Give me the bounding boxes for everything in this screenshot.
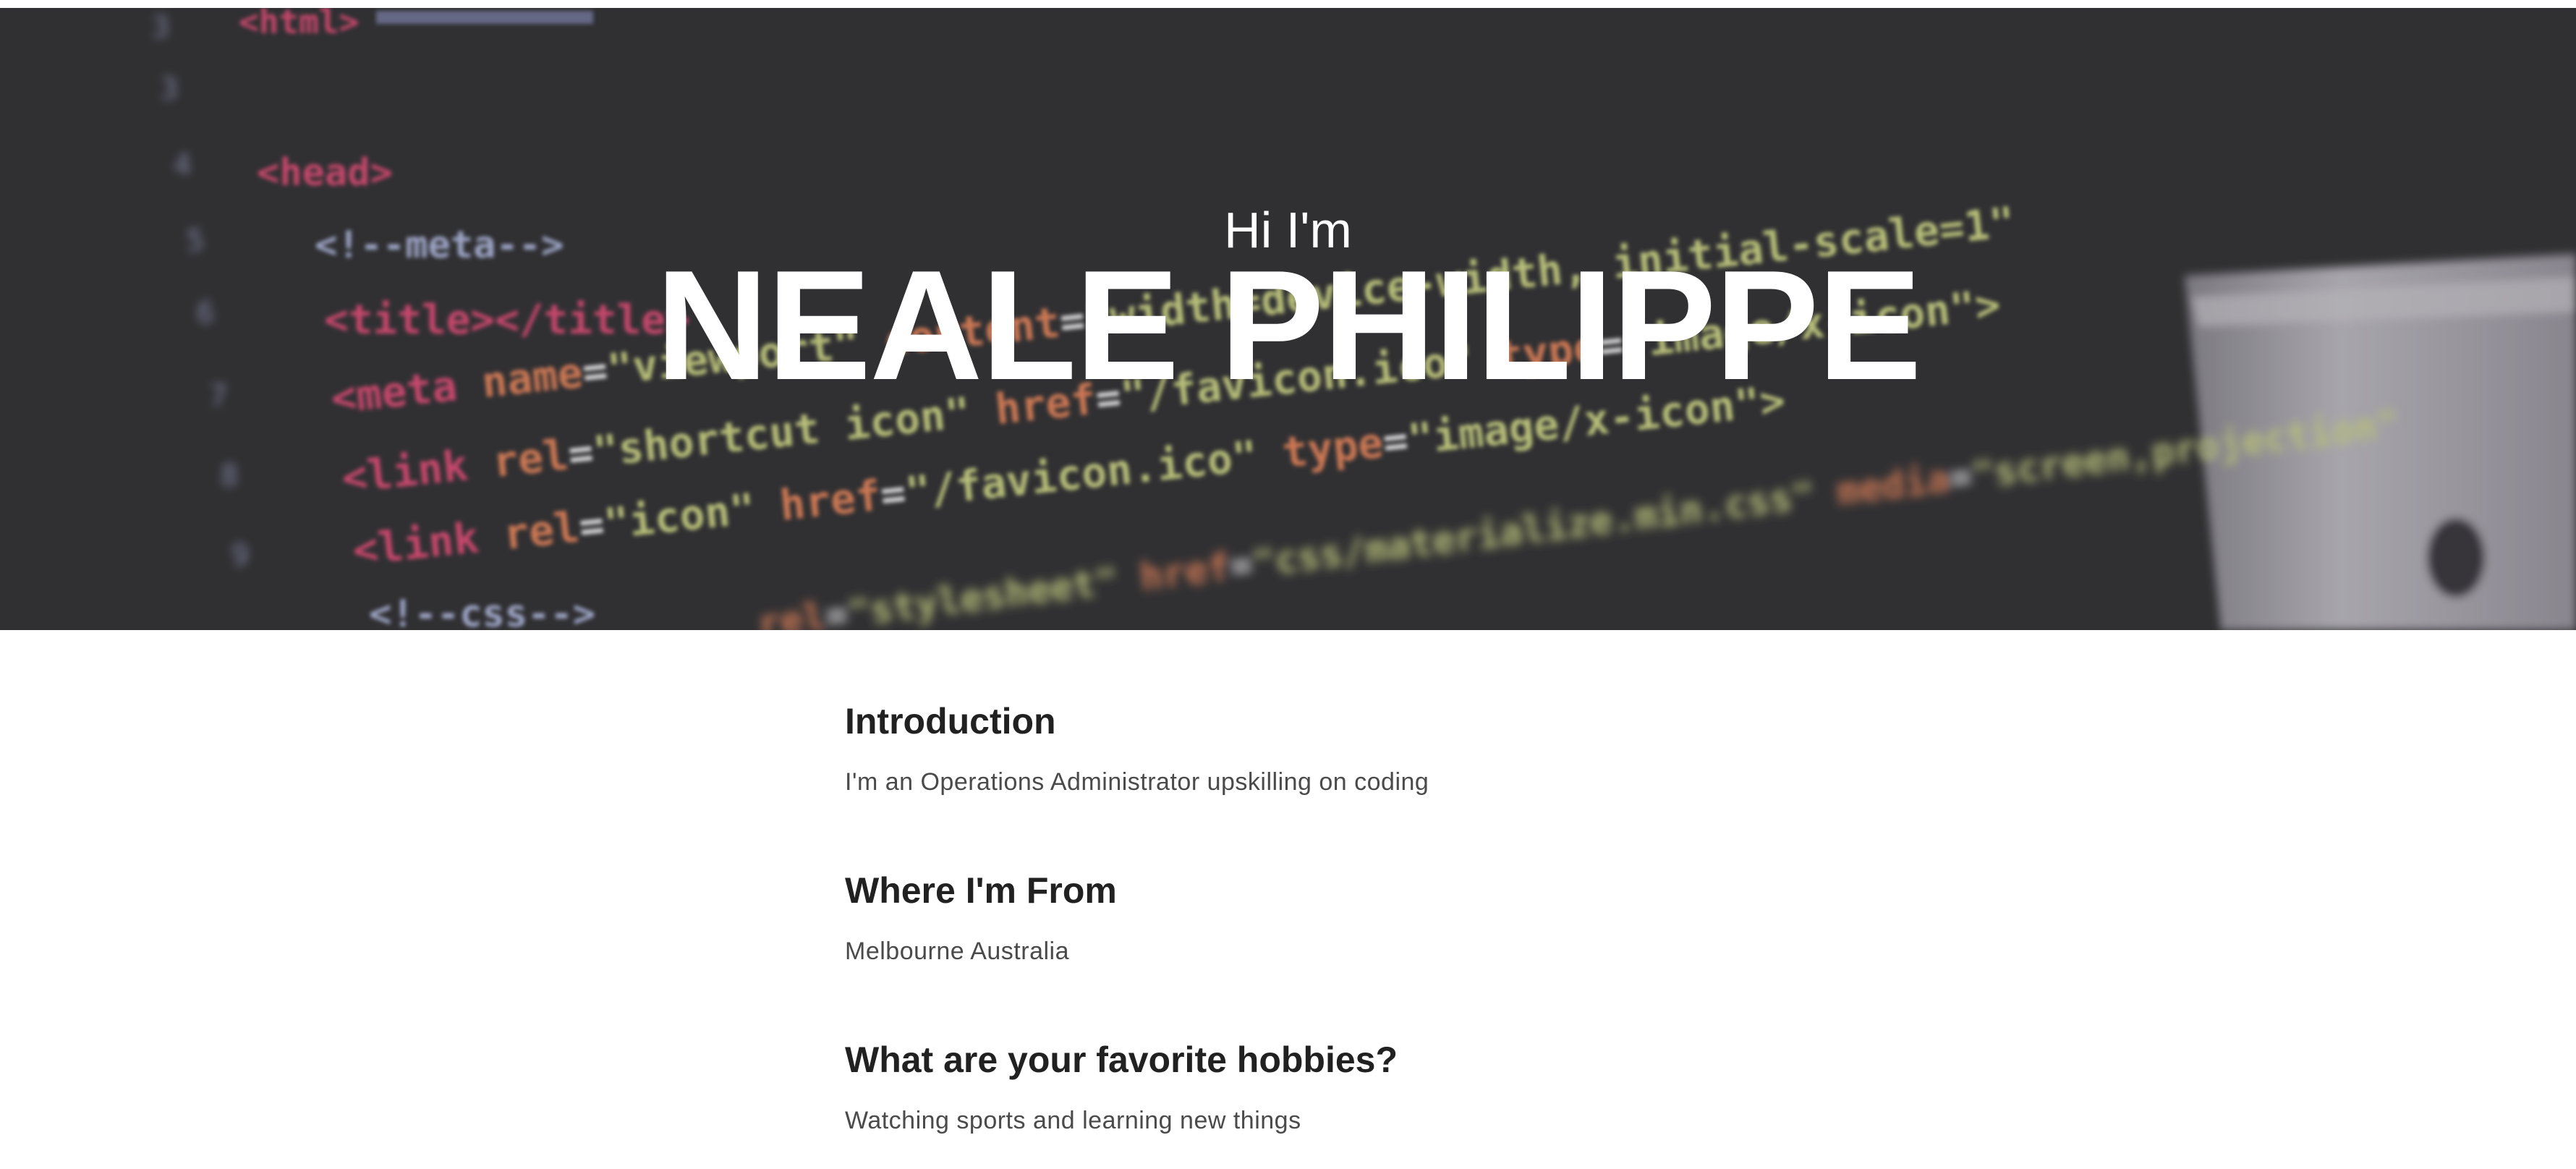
page: 3 3 4 5 6 7 8 9 <html> <head> <!--meta--…	[0, 0, 2576, 1169]
section-introduction: Introduction I'm an Operations Administr…	[845, 691, 1785, 860]
hero-banner: 3 3 4 5 6 7 8 9 <html> <head> <!--meta--…	[0, 8, 2576, 630]
section-hobbies: What are your favorite hobbies? Watching…	[845, 1029, 1785, 1169]
section-where-from: Where I'm From Melbourne Australia	[845, 860, 1785, 1029]
main-content: Introduction I'm an Operations Administr…	[845, 691, 1785, 1169]
section-body: Watching sports and learning new things	[845, 1107, 1301, 1134]
hero-name: NEALE PHILIPPE	[655, 237, 1921, 412]
section-heading: What are your favorite hobbies?	[845, 1040, 1398, 1080]
section-body: Melbourne Australia	[845, 938, 1070, 965]
section-body: I'm an Operations Administrator upskilli…	[845, 768, 1429, 796]
section-heading: Where I'm From	[845, 870, 1117, 911]
section-heading: Introduction	[845, 701, 1056, 741]
